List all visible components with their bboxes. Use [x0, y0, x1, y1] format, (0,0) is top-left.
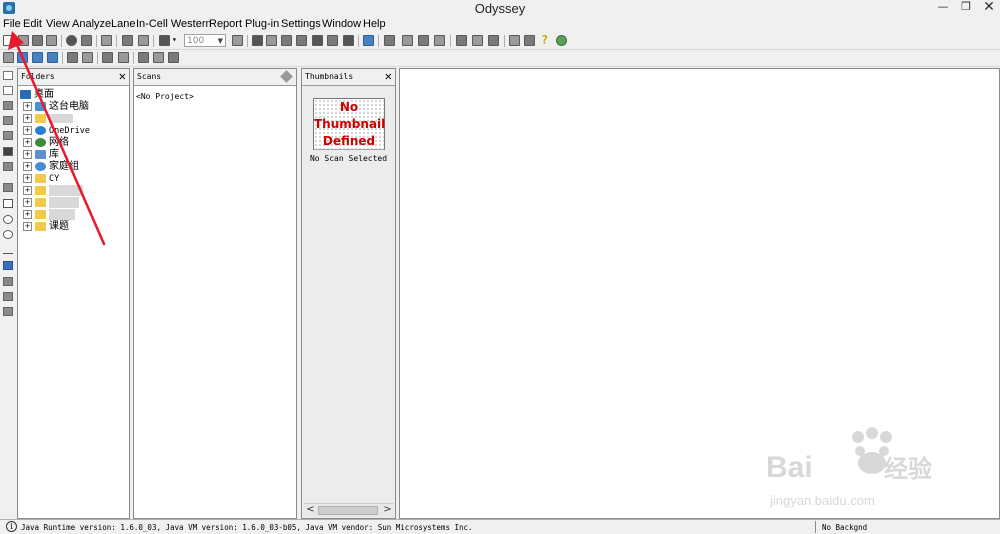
status-bar: i Java Runtime version: 1.6.0_03, Java V… — [0, 519, 1000, 534]
info-icon: i — [6, 521, 17, 532]
status-message: Java Runtime version: 1.6.0_03, Java VM … — [21, 523, 473, 532]
arrow-shaft — [12, 36, 106, 246]
background-status: No Backgnd — [822, 523, 868, 532]
arrow-head — [8, 31, 24, 50]
annotation-arrow — [8, 31, 106, 246]
